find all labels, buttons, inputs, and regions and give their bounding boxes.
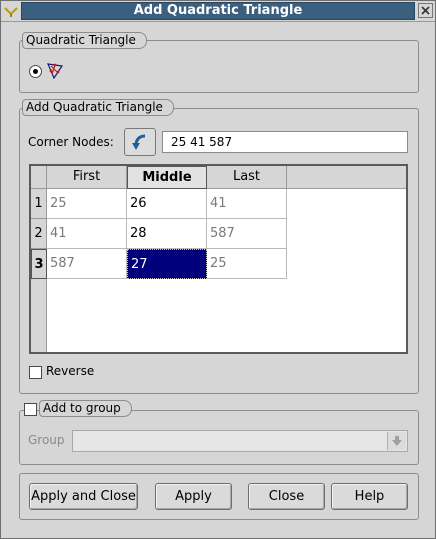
close-label: Close [268,489,305,504]
table-cell[interactable]: 25 [47,189,127,219]
radio-selected-dot [33,69,38,74]
table-cell[interactable]: 28 [127,219,207,249]
reverse-checkbox[interactable] [29,366,42,379]
reverse-label: Reverse [46,364,95,378]
apply-button[interactable]: Apply [155,483,232,510]
help-button[interactable]: Help [331,483,408,510]
table-cell[interactable]: 25 [207,249,287,279]
table-corner [31,166,47,189]
close-window-icon[interactable] [418,3,433,18]
group-combobox[interactable] [72,430,408,452]
column-header-first[interactable]: First [47,166,127,189]
title-bar: Add Quadratic Triangle [0,0,436,22]
table-cell[interactable]: 587 [47,249,127,279]
row-header-1[interactable]: 1 [31,189,47,219]
table-cell[interactable]: 41 [207,189,287,219]
add-to-group-checkbox[interactable] [24,403,37,416]
apply-and-close-button[interactable]: Apply and Close [29,483,138,510]
table-cell[interactable]: 26 [127,189,207,219]
window-menu-icon[interactable] [3,3,19,19]
combobox-dropdown-button[interactable] [387,432,406,450]
row-header-2[interactable]: 2 [31,219,47,249]
group-label: Group [28,433,65,447]
select-arrow-icon [132,134,146,150]
quadratic-triangle-icon [47,63,64,80]
quadratic-triangle-radio[interactable] [29,65,42,78]
row-header-filler [31,279,47,352]
corner-nodes-label: Corner Nodes: [28,135,114,149]
apply-label: Apply [175,489,212,504]
row-header-3[interactable]: 3 [31,249,47,279]
apply-and-close-label: Apply and Close [31,489,136,504]
arguments-group-title: Add Quadratic Triangle [22,99,174,116]
column-header-last[interactable]: Last [207,166,287,189]
table-cell[interactable]: 587 [207,219,287,249]
chevron-down-icon [392,436,402,446]
window-title: Add Quadratic Triangle [133,3,303,18]
nodes-table: First Middle Last 1 25 26 41 2 41 28 587… [29,164,408,354]
header-filler [287,166,406,189]
corner-nodes-input[interactable]: 25 41 587 [162,131,408,153]
close-button[interactable]: Close [248,483,325,510]
element-type-group-title: Quadratic Triangle [22,32,147,49]
table-cell[interactable]: 41 [47,219,127,249]
table-cell-selected[interactable]: 27 [127,249,207,279]
help-label: Help [354,489,385,504]
column-header-middle[interactable]: Middle [127,166,207,189]
corner-nodes-selection-button[interactable] [124,128,156,156]
add-to-group-title: Add to group [39,400,132,417]
